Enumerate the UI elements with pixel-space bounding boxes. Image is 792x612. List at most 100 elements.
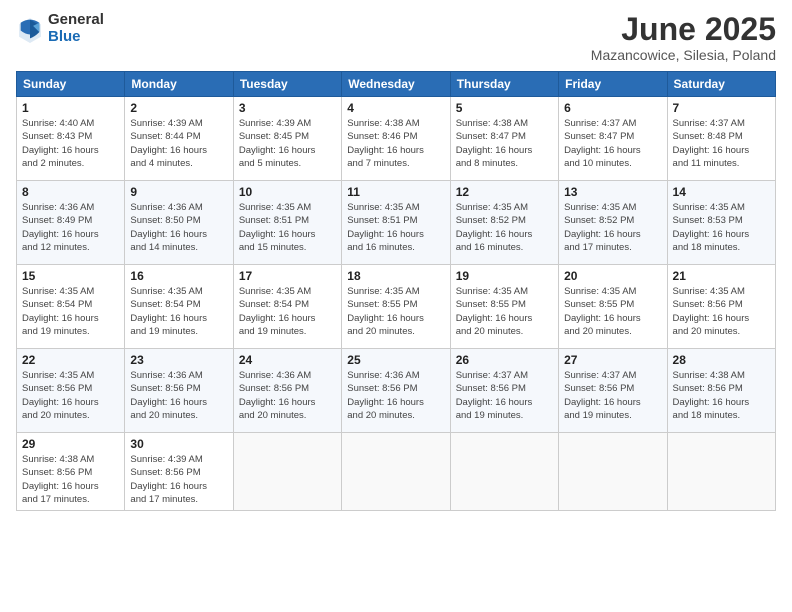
table-row: 11 Sunrise: 4:35 AM Sunset: 8:51 PM Dayli…: [342, 181, 450, 265]
table-row: 29 Sunrise: 4:38 AM Sunset: 8:56 PM Dayli…: [17, 433, 125, 511]
day-info: Sunrise: 4:35 AM Sunset: 8:56 PM Dayligh…: [673, 285, 770, 338]
day-number: 7: [673, 101, 770, 115]
logo-blue-text: Blue: [48, 29, 104, 46]
day-number: 1: [22, 101, 119, 115]
day-info: Sunrise: 4:35 AM Sunset: 8:51 PM Dayligh…: [239, 201, 336, 254]
day-info: Sunrise: 4:35 AM Sunset: 8:55 PM Dayligh…: [564, 285, 661, 338]
table-row: [559, 433, 667, 511]
day-number: 15: [22, 269, 119, 283]
day-number: 18: [347, 269, 444, 283]
day-info: Sunrise: 4:38 AM Sunset: 8:47 PM Dayligh…: [456, 117, 553, 170]
table-row: 3 Sunrise: 4:39 AM Sunset: 8:45 PM Daylig…: [233, 97, 341, 181]
table-row: 5Sunrise: 4:38 AM Sunset: 8:47 PM Daylig…: [450, 97, 558, 181]
day-number: 26: [456, 353, 553, 367]
col-wednesday: Wednesday: [342, 72, 450, 97]
table-row: 4 Sunrise: 4:38 AM Sunset: 8:46 PM Daylig…: [342, 97, 450, 181]
day-info: Sunrise: 4:35 AM Sunset: 8:54 PM Dayligh…: [239, 285, 336, 338]
table-row: 1 Sunrise: 4:40 AM Sunset: 8:43 PM Daylig…: [17, 97, 125, 181]
table-row: 17 Sunrise: 4:35 AM Sunset: 8:54 PM Dayli…: [233, 265, 341, 349]
table-row: 21Sunrise: 4:35 AM Sunset: 8:56 PM Dayli…: [667, 265, 775, 349]
day-info: Sunrise: 4:38 AM Sunset: 8:56 PM Dayligh…: [673, 369, 770, 422]
day-number: 12: [456, 185, 553, 199]
day-number: 25: [347, 353, 444, 367]
table-row: 9 Sunrise: 4:36 AM Sunset: 8:50 PM Daylig…: [125, 181, 233, 265]
day-number: 14: [673, 185, 770, 199]
col-monday: Monday: [125, 72, 233, 97]
day-number: 6: [564, 101, 661, 115]
table-row: [342, 433, 450, 511]
day-info: Sunrise: 4:36 AM Sunset: 8:56 PM Dayligh…: [239, 369, 336, 422]
day-info: Sunrise: 4:37 AM Sunset: 8:47 PM Dayligh…: [564, 117, 661, 170]
header: General Blue June 2025 Mazancowice, Sile…: [16, 12, 776, 63]
day-info: Sunrise: 4:40 AM Sunset: 8:43 PM Dayligh…: [22, 117, 119, 170]
day-info: Sunrise: 4:36 AM Sunset: 8:50 PM Dayligh…: [130, 201, 227, 254]
table-row: 13 Sunrise: 4:35 AM Sunset: 8:52 PM Dayli…: [559, 181, 667, 265]
day-number: 8: [22, 185, 119, 199]
table-row: 27Sunrise: 4:37 AM Sunset: 8:56 PM Dayli…: [559, 349, 667, 433]
day-number: 23: [130, 353, 227, 367]
title-block: June 2025 Mazancowice, Silesia, Poland: [591, 12, 776, 63]
table-row: 20Sunrise: 4:35 AM Sunset: 8:55 PM Dayli…: [559, 265, 667, 349]
day-info: Sunrise: 4:36 AM Sunset: 8:49 PM Dayligh…: [22, 201, 119, 254]
day-number: 9: [130, 185, 227, 199]
day-info: Sunrise: 4:38 AM Sunset: 8:46 PM Dayligh…: [347, 117, 444, 170]
col-thursday: Thursday: [450, 72, 558, 97]
day-number: 27: [564, 353, 661, 367]
table-row: 16 Sunrise: 4:35 AM Sunset: 8:54 PM Dayli…: [125, 265, 233, 349]
day-info: Sunrise: 4:38 AM Sunset: 8:56 PM Dayligh…: [22, 453, 119, 506]
calendar-header-row: Sunday Monday Tuesday Wednesday Thursday…: [17, 72, 776, 97]
table-row: 28 Sunrise: 4:38 AM Sunset: 8:56 PM Dayli…: [667, 349, 775, 433]
day-number: 19: [456, 269, 553, 283]
day-number: 11: [347, 185, 444, 199]
table-row: 10 Sunrise: 4:35 AM Sunset: 8:51 PM Dayli…: [233, 181, 341, 265]
day-info: Sunrise: 4:35 AM Sunset: 8:53 PM Dayligh…: [673, 201, 770, 254]
day-info: Sunrise: 4:36 AM Sunset: 8:56 PM Dayligh…: [130, 369, 227, 422]
day-info: Sunrise: 4:39 AM Sunset: 8:44 PM Dayligh…: [130, 117, 227, 170]
table-row: 8 Sunrise: 4:36 AM Sunset: 8:49 PM Daylig…: [17, 181, 125, 265]
day-info: Sunrise: 4:35 AM Sunset: 8:51 PM Dayligh…: [347, 201, 444, 254]
day-number: 10: [239, 185, 336, 199]
table-row: 30 Sunrise: 4:39 AM Sunset: 8:56 PM Dayli…: [125, 433, 233, 511]
table-row: 12Sunrise: 4:35 AM Sunset: 8:52 PM Dayli…: [450, 181, 558, 265]
day-info: Sunrise: 4:39 AM Sunset: 8:56 PM Dayligh…: [130, 453, 227, 506]
day-info: Sunrise: 4:35 AM Sunset: 8:52 PM Dayligh…: [564, 201, 661, 254]
col-tuesday: Tuesday: [233, 72, 341, 97]
day-number: 24: [239, 353, 336, 367]
table-row: 19 Sunrise: 4:35 AM Sunset: 8:55 PM Dayli…: [450, 265, 558, 349]
day-info: Sunrise: 4:35 AM Sunset: 8:55 PM Dayligh…: [347, 285, 444, 338]
table-row: 14 Sunrise: 4:35 AM Sunset: 8:53 PM Dayli…: [667, 181, 775, 265]
day-info: Sunrise: 4:39 AM Sunset: 8:45 PM Dayligh…: [239, 117, 336, 170]
day-number: 4: [347, 101, 444, 115]
day-number: 13: [564, 185, 661, 199]
calendar-location: Mazancowice, Silesia, Poland: [591, 47, 776, 63]
day-info: Sunrise: 4:35 AM Sunset: 8:55 PM Dayligh…: [456, 285, 553, 338]
day-number: 22: [22, 353, 119, 367]
table-row: 7 Sunrise: 4:37 AM Sunset: 8:48 PM Daylig…: [667, 97, 775, 181]
table-row: 15 Sunrise: 4:35 AM Sunset: 8:54 PM Dayli…: [17, 265, 125, 349]
generalblue-logo-icon: [16, 15, 44, 43]
day-info: Sunrise: 4:37 AM Sunset: 8:56 PM Dayligh…: [456, 369, 553, 422]
calendar-title: June 2025: [591, 12, 776, 47]
day-number: 16: [130, 269, 227, 283]
day-number: 3: [239, 101, 336, 115]
day-number: 2: [130, 101, 227, 115]
day-info: Sunrise: 4:35 AM Sunset: 8:54 PM Dayligh…: [22, 285, 119, 338]
calendar-table: Sunday Monday Tuesday Wednesday Thursday…: [16, 71, 776, 511]
day-info: Sunrise: 4:35 AM Sunset: 8:54 PM Dayligh…: [130, 285, 227, 338]
table-row: 24 Sunrise: 4:36 AM Sunset: 8:56 PM Dayli…: [233, 349, 341, 433]
logo-general-text: General: [48, 12, 104, 29]
day-number: 28: [673, 353, 770, 367]
table-row: 26 Sunrise: 4:37 AM Sunset: 8:56 PM Dayli…: [450, 349, 558, 433]
day-number: 29: [22, 437, 119, 451]
col-saturday: Saturday: [667, 72, 775, 97]
day-info: Sunrise: 4:37 AM Sunset: 8:48 PM Dayligh…: [673, 117, 770, 170]
table-row: [233, 433, 341, 511]
day-info: Sunrise: 4:35 AM Sunset: 8:56 PM Dayligh…: [22, 369, 119, 422]
table-row: 18 Sunrise: 4:35 AM Sunset: 8:55 PM Dayli…: [342, 265, 450, 349]
table-row: [450, 433, 558, 511]
table-row: 22 Sunrise: 4:35 AM Sunset: 8:56 PM Dayli…: [17, 349, 125, 433]
day-number: 17: [239, 269, 336, 283]
day-number: 30: [130, 437, 227, 451]
table-row: 23 Sunrise: 4:36 AM Sunset: 8:56 PM Dayli…: [125, 349, 233, 433]
page: General Blue June 2025 Mazancowice, Sile…: [0, 0, 792, 612]
